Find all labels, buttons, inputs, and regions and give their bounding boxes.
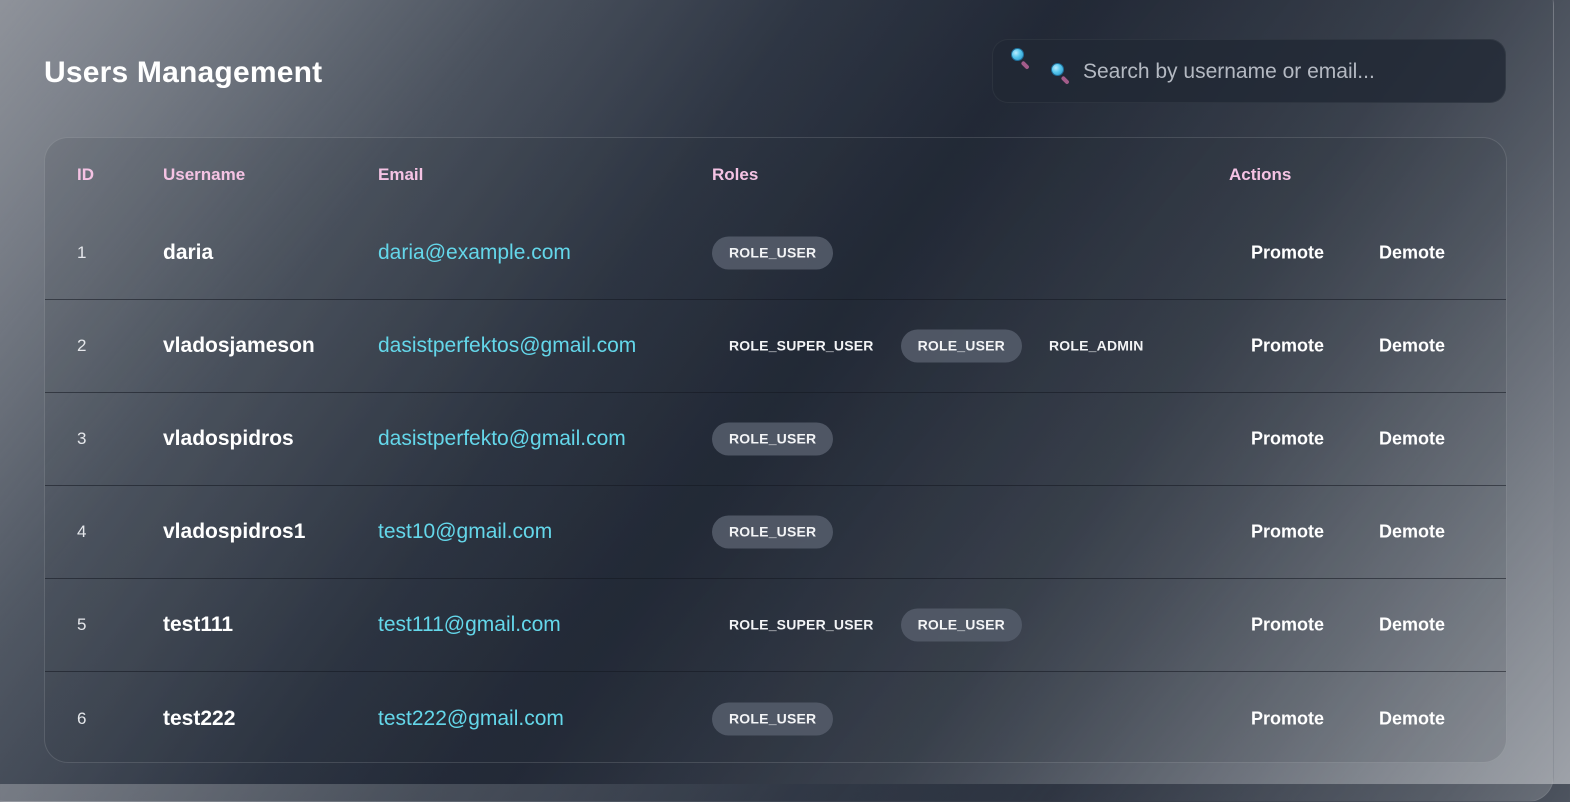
table-row: 5 test111 test111@gmail.com ROLE_SUPER_USER… (45, 579, 1506, 672)
table-row: 3 vladospidros dasistperfekto@gmail.com ROL… (45, 393, 1506, 486)
demote-button[interactable]: Demote (1369, 423, 1455, 456)
username: vladospidros1 (163, 520, 306, 543)
user-id: 4 (77, 522, 87, 541)
roles-list: ROLE_USER (712, 702, 843, 735)
promote-button[interactable]: Promote (1241, 423, 1334, 456)
table-row: 6 test222 test222@gmail.com ROLE_USER Promot… (45, 672, 1506, 762)
email-link[interactable]: test111@gmail.com (378, 613, 561, 637)
roles-list: ROLE_SUPER_USER ROLE_USER ROLE_ADMIN (712, 329, 1171, 363)
column-header-actions: Actions (1229, 165, 1292, 184)
role-badge: ROLE_ADMIN (1048, 337, 1144, 354)
column-header-email: Email (378, 165, 424, 184)
demote-button[interactable]: Demote (1369, 330, 1455, 363)
search-box[interactable] (992, 39, 1506, 103)
role-badge: ROLE_SUPER_USER (729, 337, 874, 354)
email-link[interactable]: dasistperfektos@gmail.com (378, 334, 636, 358)
role-badge: ROLE_SUPER_USER (729, 616, 874, 633)
username: test111 (163, 613, 234, 636)
column-header-id: ID (77, 165, 94, 184)
username: daria (163, 241, 214, 264)
search-input[interactable] (1081, 54, 1485, 90)
table-row: 4 vladospidros1 test10@gmail.com ROLE_USER P… (45, 486, 1506, 579)
column-header-roles: Roles (712, 165, 759, 184)
promote-button[interactable]: Promote (1241, 702, 1334, 735)
table-row: 1 daria daria@example.com ROLE_USER Promote D… (45, 207, 1506, 300)
username: vladosjameson (163, 334, 315, 357)
roles-list: ROLE_USER (712, 422, 843, 456)
demote-button[interactable]: Demote (1369, 237, 1455, 270)
promote-button[interactable]: Promote (1241, 516, 1334, 549)
table-header: ID Username Email Roles Actions (45, 138, 1506, 210)
user-id: 5 (77, 615, 87, 634)
role-badge: ROLE_USER (712, 422, 834, 456)
email-link[interactable]: dasistperfekto@gmail.com (378, 427, 626, 451)
role-badge: ROLE_USER (712, 236, 834, 270)
magnifier-icon (1011, 48, 1031, 70)
username: vladospidros (163, 427, 294, 450)
demote-button[interactable]: Demote (1369, 516, 1455, 549)
roles-list: ROLE_SUPER_USER ROLE_USER (712, 608, 1032, 642)
username: test222 (163, 706, 236, 730)
role-badge: ROLE_USER (712, 702, 834, 735)
role-badge: ROLE_USER (900, 329, 1022, 363)
user-id: 6 (77, 708, 87, 728)
email-link[interactable]: test10@gmail.com (378, 520, 552, 544)
table-body: 1 daria daria@example.com ROLE_USER Promote D… (45, 207, 1506, 762)
users-table: ID Username Email Roles Actions 1 daria da… (44, 137, 1507, 763)
page-title: Users Management (44, 56, 323, 89)
demote-button[interactable]: Demote (1369, 609, 1455, 642)
email-link[interactable]: test222@gmail.com (378, 707, 564, 731)
roles-list: ROLE_USER (712, 515, 843, 549)
search-icon (1051, 63, 1071, 85)
column-header-username: Username (163, 165, 246, 184)
demote-button[interactable]: Demote (1369, 702, 1455, 735)
promote-button[interactable]: Promote (1241, 330, 1334, 363)
roles-list: ROLE_USER (712, 236, 843, 270)
table-row: 2 vladosjameson dasistperfektos@gmail.com R… (45, 300, 1506, 393)
user-id: 1 (77, 243, 87, 262)
promote-button[interactable]: Promote (1241, 609, 1334, 642)
user-id: 3 (77, 429, 87, 448)
promote-button[interactable]: Promote (1241, 237, 1334, 270)
email-link[interactable]: daria@example.com (378, 241, 571, 265)
role-badge: ROLE_USER (712, 515, 834, 549)
user-id: 2 (77, 336, 87, 355)
role-badge: ROLE_USER (900, 608, 1022, 642)
